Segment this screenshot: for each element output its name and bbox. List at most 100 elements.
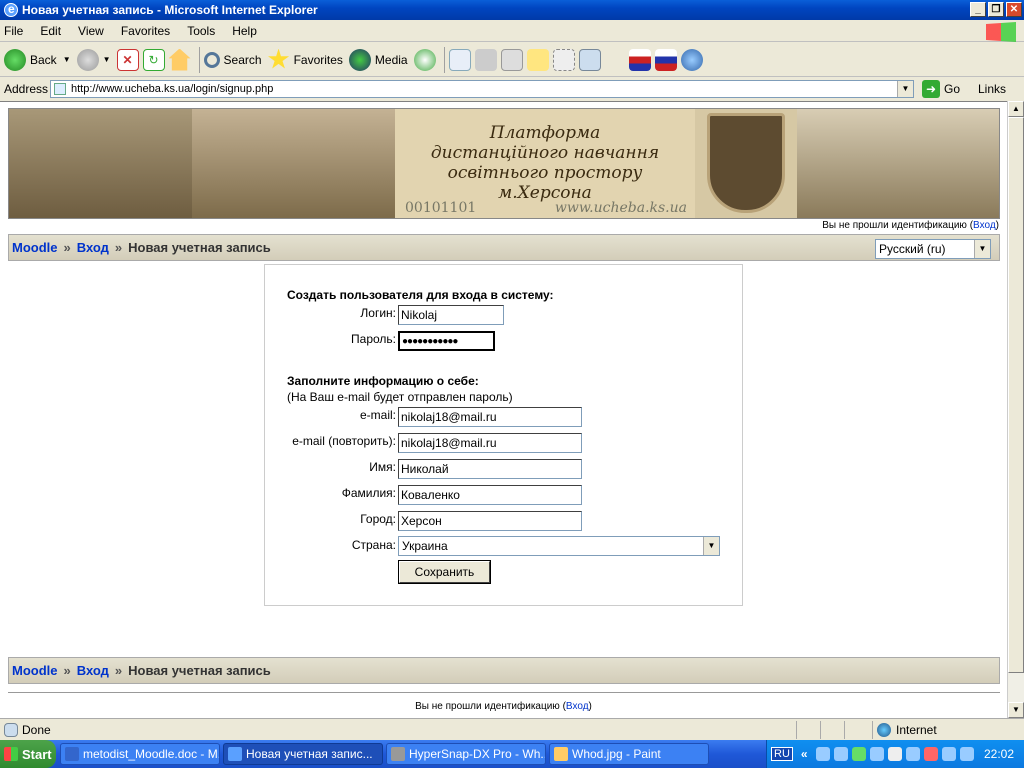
login-link-bottom[interactable]: Вход: [566, 701, 589, 712]
forward-button[interactable]: ▼: [76, 48, 111, 71]
breadcrumb-home[interactable]: Moodle: [12, 663, 58, 678]
word-icon: [65, 747, 79, 761]
country-value: Украина: [402, 539, 448, 553]
address-field[interactable]: http://www.ucheba.ks.ua/login/signup.php…: [50, 80, 914, 98]
print-icon[interactable]: [474, 48, 497, 71]
signup-form: Создать пользователя для входа в систему…: [264, 264, 743, 606]
breadcrumb-separator: »: [114, 663, 123, 678]
tray-app-icon[interactable]: [833, 747, 848, 761]
shield-icon: [707, 113, 785, 213]
breadcrumb-home[interactable]: Moodle: [12, 240, 58, 255]
menu-help[interactable]: Help: [232, 24, 257, 38]
taskbar-item-ie[interactable]: Новая учетная запис...: [223, 743, 383, 765]
firstname-input[interactable]: Николай: [398, 459, 582, 479]
save-button[interactable]: Сохранить: [398, 560, 491, 584]
scroll-down-button[interactable]: ▼: [1008, 702, 1024, 718]
history-icon[interactable]: [413, 48, 436, 71]
home-icon[interactable]: [168, 48, 191, 71]
minimize-button[interactable]: _: [970, 2, 986, 17]
scroll-thumb[interactable]: [1008, 117, 1024, 673]
login-input[interactable]: Nikolaj: [398, 305, 504, 325]
divider: [8, 692, 1000, 693]
mail-icon[interactable]: [448, 48, 471, 71]
tray-app-icon[interactable]: [851, 747, 866, 761]
lastname-input[interactable]: Коваленко: [398, 485, 582, 505]
tray-app-icon[interactable]: [887, 747, 902, 761]
auth-status-text: Вы не прошли идентификацию (: [415, 701, 566, 712]
menu-file[interactable]: File: [4, 24, 23, 38]
menu-view[interactable]: View: [78, 24, 104, 38]
flag-ru-icon[interactable]: [654, 48, 677, 71]
taskbar-item-hypersnap[interactable]: HyperSnap-DX Pro - Wh...: [386, 743, 546, 765]
tray-app-icon[interactable]: [815, 747, 830, 761]
tray-app-icon[interactable]: [923, 747, 938, 761]
taskbar-item-word[interactable]: metodist_Moodle.doc - M...: [60, 743, 220, 765]
tray-app-icon[interactable]: [869, 747, 884, 761]
section-account-heading: Создать пользователя для входа в систему…: [287, 288, 554, 302]
scroll-up-button[interactable]: ▲: [1008, 101, 1024, 117]
email-confirm-label: e-mail (повторить):: [292, 434, 396, 448]
ie-icon: [4, 2, 18, 17]
vertical-scrollbar[interactable]: ▲ ▼: [1007, 101, 1024, 718]
tray-app-icon[interactable]: [941, 747, 956, 761]
menu-tools[interactable]: Tools: [187, 24, 215, 38]
page-done-icon: [4, 722, 18, 737]
firstname-label: Имя:: [369, 460, 396, 474]
language-select[interactable]: Русский (ru) ▼: [875, 239, 991, 259]
banner-photo-building: [9, 109, 192, 218]
address-dropdown[interactable]: ▼: [897, 81, 913, 97]
edit-icon[interactable]: [500, 48, 523, 71]
section-profile-note: (На Ваш e-mail будет отправлен пароль): [287, 390, 513, 404]
status-text: Done: [22, 722, 51, 737]
email-confirm-input[interactable]: nikolaj18@mail.ru: [398, 433, 582, 453]
tray-expand-icon[interactable]: «: [801, 747, 808, 761]
breadcrumb-current: Новая учетная запись: [128, 240, 271, 255]
breadcrumb-login[interactable]: Вход: [77, 663, 109, 678]
menu-favorites[interactable]: Favorites: [121, 24, 170, 38]
password-input[interactable]: ●●●●●●●●●●●: [398, 331, 495, 351]
media-label: Media: [374, 52, 408, 67]
auth-status-close: ): [588, 701, 592, 712]
stop-icon[interactable]: ✕: [116, 48, 139, 71]
taskbar-item-paint[interactable]: Whod.jpg - Paint: [549, 743, 709, 765]
country-label: Страна:: [351, 538, 396, 552]
tray-app-icon[interactable]: [905, 747, 920, 761]
messenger-icon[interactable]: [680, 48, 703, 71]
toolbar: Back ▼ ▼ ✕ ↻ Search Favorites Media: [0, 43, 1024, 77]
breadcrumb-login[interactable]: Вход: [77, 240, 109, 255]
hypersnap-icon: [391, 747, 405, 761]
banner-coat-of-arms: [695, 109, 797, 218]
discuss-icon[interactable]: [526, 48, 549, 71]
taskbar-item-label: metodist_Moodle.doc - M...: [83, 747, 220, 761]
breadcrumb-separator: »: [114, 240, 123, 255]
hash-icon[interactable]: [552, 48, 575, 71]
city-input[interactable]: Херсон: [398, 511, 582, 531]
research-icon[interactable]: [578, 48, 601, 71]
auth-status-top: Вы не прошли идентификацию (Вход): [822, 220, 999, 231]
back-button[interactable]: Back ▼: [4, 48, 71, 71]
refresh-icon[interactable]: ↻: [142, 48, 165, 71]
title-bar: Новая учетная запись - Microsoft Interne…: [0, 0, 1024, 20]
menu-edit[interactable]: Edit: [40, 24, 61, 38]
favorites-button[interactable]: Favorites: [268, 48, 343, 71]
lastname-label: Фамилия:: [341, 486, 396, 500]
login-link-top[interactable]: Вход: [973, 220, 996, 231]
links-button[interactable]: Links: [978, 80, 1006, 98]
language-value: Русский (ru): [879, 242, 946, 256]
email-input[interactable]: nikolaj18@mail.ru: [398, 407, 582, 427]
media-button[interactable]: Media: [348, 48, 408, 71]
start-button[interactable]: Start: [0, 740, 56, 768]
banner-photo-fountain: [797, 109, 999, 218]
search-button[interactable]: Search: [203, 51, 262, 68]
go-button[interactable]: ➜ Go: [922, 80, 960, 98]
banner-title-line2: дистанційного навчання: [430, 143, 660, 163]
language-indicator[interactable]: RU: [771, 747, 793, 761]
country-select[interactable]: Украина ▼: [398, 536, 720, 556]
window-title: Новая учетная запись - Microsoft Interne…: [22, 3, 318, 17]
close-button[interactable]: ✕: [1006, 2, 1022, 17]
maximize-button[interactable]: ❐: [988, 2, 1004, 17]
clock: 22:02: [983, 747, 1014, 761]
page-content: Платформа дистанційного навчання освітнь…: [0, 101, 1007, 718]
tray-app-icon[interactable]: [959, 747, 974, 761]
flag-icon[interactable]: [628, 48, 651, 71]
